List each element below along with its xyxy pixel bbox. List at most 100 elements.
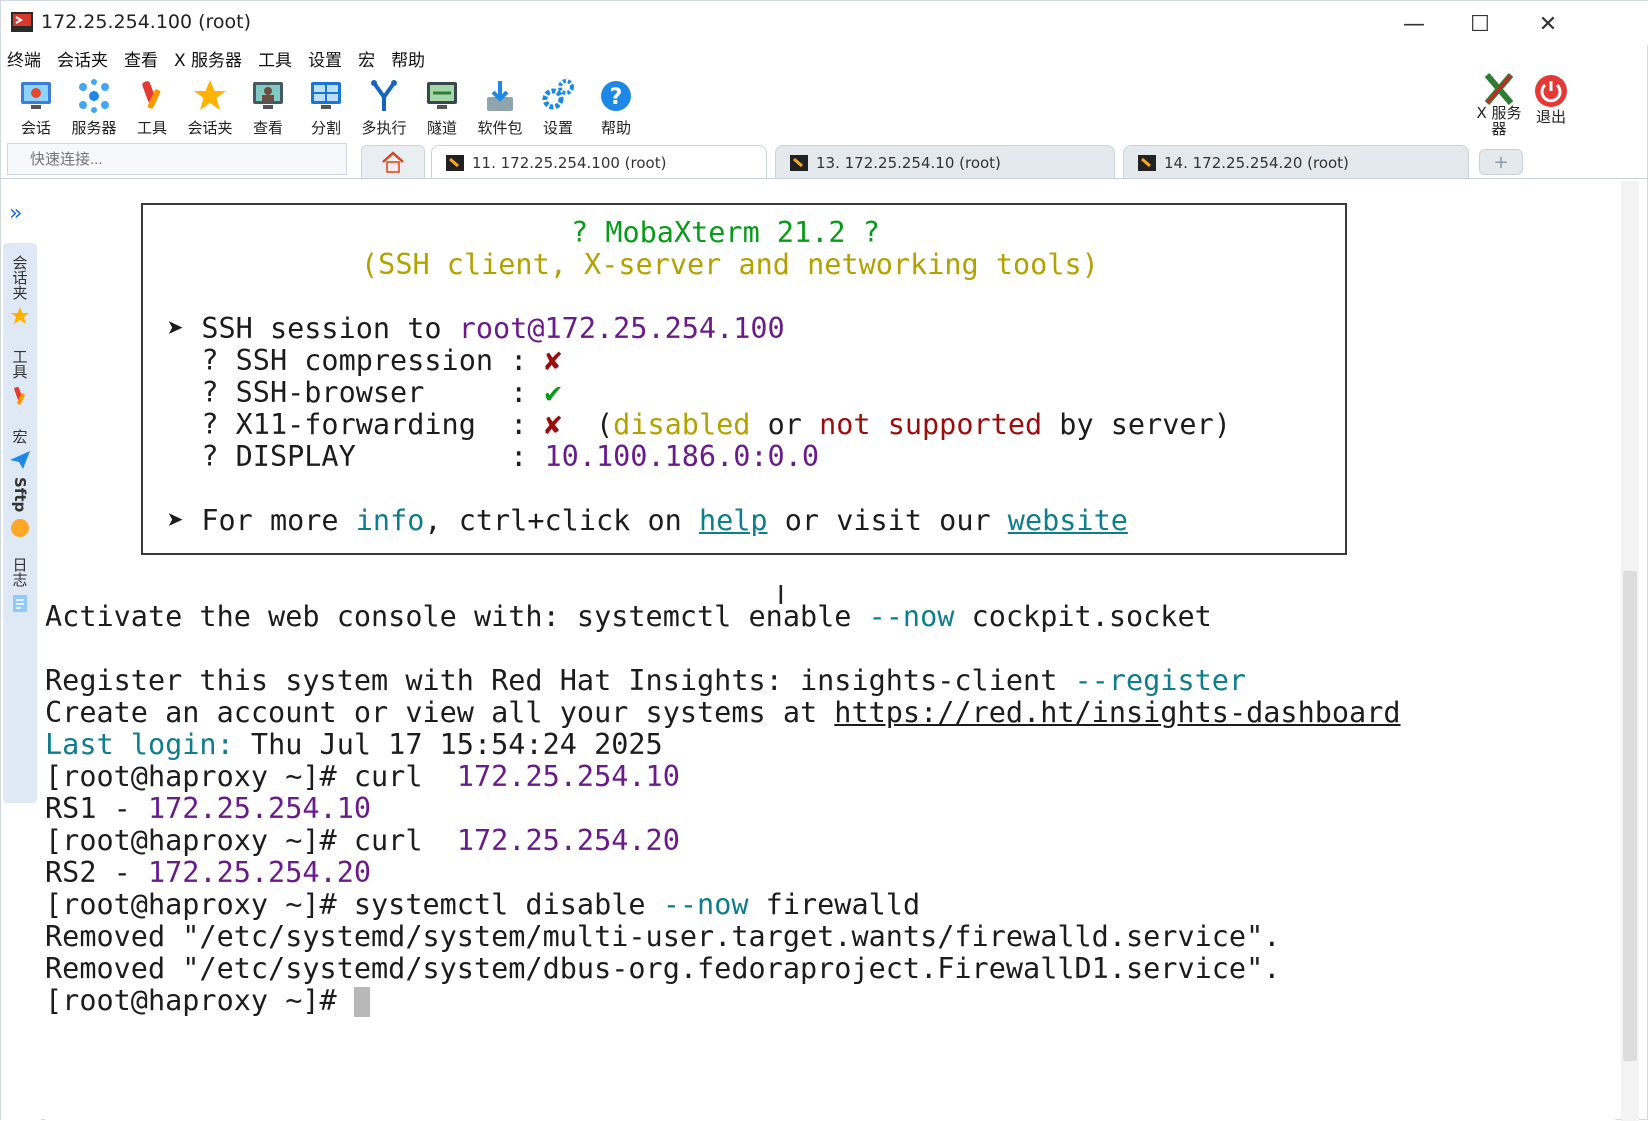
menu-tools[interactable]: 工具 (252, 47, 302, 75)
x11-disabled: disabled (613, 408, 751, 441)
register-line: Register this system with Red Hat Insigh… (45, 665, 1246, 697)
view-label: 查看 (252, 119, 283, 137)
output-line: RS2 - 172.25.254.20 (45, 857, 371, 889)
tunnel-button[interactable]: 隧道 (413, 77, 471, 141)
tools-button[interactable]: 工具 (123, 77, 181, 141)
prompt-line[interactable]: [root@haproxy ~]# (45, 985, 370, 1017)
favorites-button[interactable]: 会话夹 (181, 77, 239, 141)
browser-label: ? SSH-browser : (167, 376, 545, 409)
settings-button[interactable]: 设置 (529, 77, 587, 141)
scrollbar-thumb[interactable] (1623, 571, 1637, 1061)
left-sidebar: » 会话夹 工具 宏 Sftp 日志 (1, 179, 41, 1121)
last-login-label: Last login: (45, 728, 234, 761)
help-link[interactable]: help (699, 504, 768, 537)
cockpit-line: Activate the web console with: systemctl… (45, 601, 1212, 633)
split-button[interactable]: 分割 (297, 77, 355, 141)
text-cursor-icon: I (777, 581, 785, 611)
toolbar: 会话 服务器 工具 会话夹 查看 分割 多执行 隧道 软件包 设置 ? 帮助 (7, 77, 645, 141)
menu-terminal[interactable]: 终端 (1, 47, 51, 75)
tools-label: 工具 (136, 119, 167, 137)
quick-connect-input[interactable] (7, 143, 347, 175)
exit-button[interactable]: 退出 (1533, 73, 1569, 125)
terminal-tab-icon (1138, 154, 1156, 171)
tunnel-label: 隧道 (426, 119, 457, 137)
session-host: @172.25.254.100 (527, 312, 785, 345)
more-or: or visit our (767, 504, 1008, 537)
minimize-button[interactable]: — (1391, 7, 1437, 41)
close-button[interactable]: ✕ (1525, 7, 1571, 41)
x-server-icon (1484, 73, 1514, 105)
menu-view[interactable]: 查看 (118, 47, 168, 75)
last-login-line: Last login: Thu Jul 17 15:54:24 2025 (45, 729, 663, 761)
session-label: 会话 (20, 119, 51, 137)
multiexec-button[interactable]: 多执行 (355, 77, 413, 141)
new-tab-button[interactable]: + (1479, 149, 1523, 175)
banner-subtitle: (SSH client, X-server and networking too… (361, 248, 1099, 281)
servers-label: 服务器 (71, 119, 117, 137)
website-link[interactable]: website (1008, 504, 1128, 537)
command-line: [root@haproxy ~]# systemctl disable --no… (45, 889, 920, 921)
tab-session-11[interactable]: 11. 172.25.254.100 (root) (431, 145, 767, 179)
expand-sidebar-icon[interactable]: » (9, 201, 22, 226)
tab-label: 14. 172.25.254.20 (root) (1164, 153, 1349, 172)
sidebar-tab-tools[interactable]: 工具 (3, 349, 37, 407)
sidebar-tab-label: 宏 (10, 429, 29, 444)
session-prefix: ➤ SSH session to (167, 312, 459, 345)
paper-plane-icon (10, 451, 30, 469)
menu-macros[interactable]: 宏 (352, 47, 385, 75)
plus-icon: + (1493, 151, 1509, 173)
prompt-command: [root@haproxy ~]# curl (45, 824, 457, 857)
display-label: ? DISPLAY : (167, 440, 545, 473)
sidebar-tab-label: 工具 (10, 349, 29, 379)
view-monitor-icon (253, 82, 283, 109)
register-flag: --register (1074, 664, 1247, 697)
display-line: ? DISPLAY : 10.100.186.0:0.0 (167, 441, 819, 473)
help-button[interactable]: ? 帮助 (587, 77, 645, 141)
star-icon (11, 307, 29, 324)
x11-label: ? X11-forwarding : (167, 408, 545, 441)
star-icon (194, 80, 226, 110)
account-line: Create an account or view all your syste… (45, 697, 1401, 729)
view-button[interactable]: 查看 (239, 77, 297, 141)
tab-session-14[interactable]: 14. 172.25.254.20 (root) (1123, 145, 1469, 179)
terminal-tab-icon (790, 154, 808, 171)
banner-title: ? MobaXterm 21.2 ? (571, 216, 880, 249)
info-link[interactable]: info (356, 504, 425, 537)
tab-session-13[interactable]: 13. 172.25.254.10 (root) (775, 145, 1115, 179)
sidebar-tab-log[interactable]: 日志 (3, 557, 37, 613)
more-info-line: ➤ For more info, ctrl+click on help or v… (167, 505, 1128, 537)
multiexec-label: 多执行 (361, 119, 407, 137)
register-text: Register this system with Red Hat Insigh… (45, 664, 1075, 697)
menu-help[interactable]: 帮助 (385, 47, 435, 75)
servers-button[interactable]: 服务器 (65, 77, 123, 141)
multiexec-fork-icon (371, 80, 397, 111)
home-tab[interactable] (361, 145, 425, 179)
sidebar-tab-sessions[interactable]: 会话夹 (3, 255, 37, 326)
x-server-button[interactable]: X 服务器 (1471, 73, 1527, 137)
sidebar-tab-macros[interactable]: 宏 (3, 429, 37, 470)
packages-button[interactable]: 软件包 (471, 77, 529, 141)
check-icon: ✔ (544, 376, 562, 409)
sidebar-tab-sftp[interactable]: Sftp (3, 477, 37, 538)
output-ip: 172.25.254.10 (147, 792, 372, 825)
menu-sessions[interactable]: 会话夹 (51, 47, 118, 75)
tab-label: 13. 172.25.254.10 (root) (816, 153, 1001, 172)
ssh-session-line: ➤ SSH session to root@172.25.254.100 (167, 313, 785, 345)
output-ip: 172.25.254.20 (147, 856, 372, 889)
terminal-tab-icon (446, 154, 464, 171)
command-flag: --now (662, 888, 749, 921)
x11-note-close: by server) (1042, 408, 1231, 441)
insights-dashboard-link[interactable]: https://red.ht/insights-dashboard (834, 696, 1400, 729)
log-notepad-icon (13, 595, 27, 612)
terminal-area[interactable]: ? MobaXterm 21.2 ? (SSH client, X-server… (45, 181, 1615, 1121)
menu-xserver[interactable]: X 服务器 (168, 47, 252, 75)
command-line: [root@haproxy ~]# curl 172.25.254.10 (45, 761, 680, 793)
session-button[interactable]: 会话 (7, 77, 65, 141)
sidebar-tab-label: 会话夹 (10, 255, 29, 300)
maximize-button[interactable]: ☐ (1457, 7, 1503, 41)
home-icon (382, 151, 404, 173)
menu-settings[interactable]: 设置 (302, 47, 352, 75)
packages-download-icon (487, 81, 513, 111)
session-monitor-icon (21, 82, 51, 109)
cross-icon: ✘ (544, 344, 562, 377)
